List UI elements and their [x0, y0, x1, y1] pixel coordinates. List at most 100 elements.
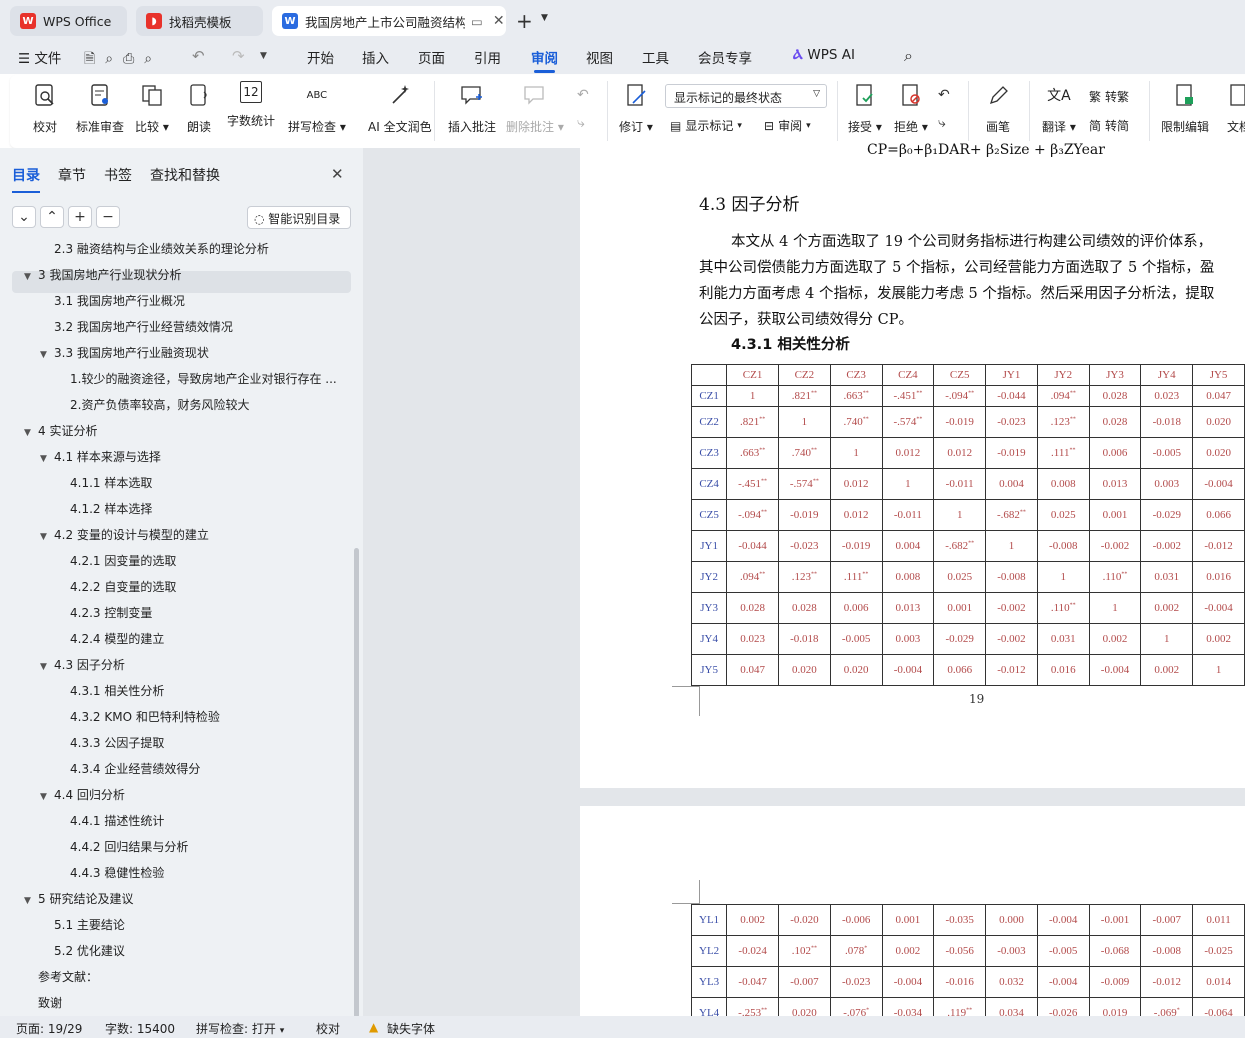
- toc-item[interactable]: 4.2.3 控制变量: [70, 603, 350, 623]
- expand-caret-icon[interactable]: ▼: [40, 787, 54, 805]
- search-icon[interactable]: ⌕: [904, 46, 913, 66]
- proofread-status[interactable]: 校对: [316, 1020, 340, 1037]
- toc-item[interactable]: 致谢: [38, 993, 350, 1013]
- translate-button[interactable]: 文A 翻译 ▾: [1042, 81, 1076, 135]
- spell-check-button[interactable]: ABC 拼写检查 ▾: [288, 81, 346, 135]
- toc-item[interactable]: 4.1.1 样本选取: [70, 473, 350, 493]
- tab-docer-templates[interactable]: ◗ 找稻壳模板: [136, 6, 263, 36]
- panel-scrollbar[interactable]: [354, 548, 359, 1018]
- toc-item[interactable]: 参考文献：: [38, 967, 350, 987]
- toc-item[interactable]: 4.3.3 公因子提取: [70, 733, 350, 753]
- toc-item[interactable]: 4.4.1 描述性统计: [70, 811, 350, 831]
- undo-icon[interactable]: ↶: [192, 47, 205, 65]
- add-heading-icon[interactable]: +: [68, 206, 92, 228]
- pen-button[interactable]: 画笔: [985, 81, 1011, 135]
- proofread-button[interactable]: 校对: [32, 81, 58, 135]
- close-tab-icon[interactable]: ✕: [493, 13, 505, 29]
- to-traditional-button[interactable]: 繁转繁: [1089, 88, 1129, 105]
- tab-dropdown-icon[interactable]: ▼: [541, 13, 548, 23]
- tab-chapters[interactable]: 章节: [58, 165, 86, 185]
- ai-polish-button[interactable]: AI 全文润色: [368, 81, 432, 135]
- expand-caret-icon[interactable]: ▼: [40, 527, 54, 545]
- expand-caret-icon[interactable]: ▼: [24, 891, 38, 909]
- standard-review-button[interactable]: 标准审查: [76, 81, 124, 135]
- toc-item[interactable]: 1.较少的融资途径，导致房地产企业对银行存在 ...: [70, 369, 350, 389]
- page-indicator[interactable]: 页面: 19/29: [16, 1020, 82, 1037]
- review-pane-button[interactable]: ⊟ 审阅 ▾: [764, 117, 811, 134]
- expand-caret-icon[interactable]: ▼: [24, 423, 38, 441]
- close-panel-icon[interactable]: ✕: [331, 165, 344, 183]
- next-comment-icon[interactable]: ⤷: [577, 115, 585, 131]
- toc-item[interactable]: 4.3.1 相关性分析: [70, 681, 350, 701]
- remove-heading-icon[interactable]: −: [96, 206, 120, 228]
- previous-change-icon[interactable]: ↶: [938, 87, 950, 103]
- monitor-icon[interactable]: ▭: [471, 14, 483, 29]
- toc-item[interactable]: ▼ 4.2 变量的设计与模型的建立: [40, 525, 350, 545]
- toc-item[interactable]: 4.2.4 模型的建立: [70, 629, 350, 649]
- toc-item[interactable]: 5.1 主要结论: [54, 915, 350, 935]
- collapse-icon[interactable]: ⌄: [12, 206, 36, 228]
- document-button[interactable]: 文档: [1226, 81, 1245, 135]
- spell-check-status[interactable]: 拼写检查: 打开 ▾: [196, 1020, 284, 1037]
- quick-access-icons[interactable]: 🗎⌕⎙⌕: [84, 48, 162, 72]
- toc-item[interactable]: 4.3.2 KMO 和巴特利特检验: [70, 707, 350, 727]
- compare-button[interactable]: 比较 ▾: [135, 81, 169, 135]
- previous-comment-icon[interactable]: ↶: [577, 87, 589, 103]
- expand-icon[interactable]: ⌃: [40, 206, 64, 228]
- word-count-status[interactable]: 字数: 15400: [105, 1020, 175, 1037]
- toc-item[interactable]: 4.1.2 样本选择: [70, 499, 350, 519]
- new-tab-icon[interactable]: +: [516, 9, 533, 33]
- menu-insert[interactable]: 插入: [362, 47, 389, 67]
- toc-item[interactable]: 5.2 优化建议: [54, 941, 350, 961]
- toc-item[interactable]: ▼ 3.3 我国房地产行业融资现状: [40, 343, 350, 363]
- tab-bookmarks[interactable]: 书签: [104, 165, 132, 185]
- expand-caret-icon[interactable]: ▼: [40, 345, 54, 363]
- toc-item[interactable]: 4.4.3 稳健性检验: [70, 863, 350, 883]
- menu-wps-ai[interactable]: Ⲁ WPS AI: [793, 47, 855, 67]
- toc-item[interactable]: ▼ 3 我国房地产行业现状分析: [24, 265, 350, 285]
- read-aloud-button[interactable]: 朗读: [186, 81, 212, 135]
- toc-item[interactable]: ▼ 4 实证分析: [24, 421, 350, 441]
- to-simplified-button[interactable]: 简转简: [1089, 117, 1129, 134]
- expand-caret-icon[interactable]: ▼: [40, 449, 54, 467]
- missing-font-status[interactable]: 缺失字体: [387, 1020, 435, 1037]
- smart-toc-button[interactable]: ◌ 智能识别目录: [247, 206, 351, 229]
- menu-home[interactable]: 开始: [307, 47, 334, 67]
- tab-find-replace[interactable]: 查找和替换: [150, 165, 220, 185]
- menu-view[interactable]: 视图: [586, 47, 613, 67]
- menu-member[interactable]: 会员专享: [698, 47, 752, 67]
- toc-item[interactable]: 3.2 我国房地产行业经营绩效情况: [54, 317, 350, 337]
- accept-button[interactable]: 接受 ▾: [848, 81, 882, 135]
- reject-button[interactable]: 拒绝 ▾: [894, 81, 928, 135]
- revise-button[interactable]: 修订 ▾: [619, 81, 653, 135]
- show-markup-button[interactable]: ▤ 显示标记 ▾: [670, 117, 742, 134]
- tab-wps-office[interactable]: W WPS Office: [10, 6, 127, 36]
- restrict-editing-button[interactable]: 限制编辑: [1161, 81, 1209, 135]
- more-dropdown-icon[interactable]: ▼: [260, 51, 267, 61]
- display-mode-dropdown[interactable]: 显示标记的最终状态 ▽: [665, 84, 827, 108]
- delete-comment-button[interactable]: 删除批注 ▾: [506, 81, 564, 135]
- menu-page[interactable]: 页面: [418, 47, 445, 67]
- toc-item[interactable]: 2.3 融资结构与企业绩效关系的理论分析: [54, 239, 350, 259]
- expand-caret-icon[interactable]: ▼: [40, 657, 54, 675]
- toc-item[interactable]: ▼ 4.1 样本来源与选择: [40, 447, 350, 467]
- tab-toc[interactable]: 目录: [12, 165, 40, 193]
- toc-item[interactable]: 2.资产负债率较高，财务风险较大: [70, 395, 350, 415]
- toc-item[interactable]: ▼ 5 研究结论及建议: [24, 889, 350, 909]
- toc-item[interactable]: 4.3.4 企业经营绩效得分: [70, 759, 350, 779]
- expand-caret-icon[interactable]: ▼: [24, 267, 38, 285]
- menu-tools[interactable]: 工具: [642, 47, 669, 67]
- toc-item[interactable]: 4.2.2 自变量的选取: [70, 577, 350, 597]
- tab-current-document[interactable]: W 我国房地产上市公司融资结构 ▭ ✕: [272, 6, 506, 36]
- file-menu[interactable]: ☰ 文件: [18, 47, 61, 67]
- next-change-icon[interactable]: ⤷: [938, 115, 946, 131]
- toc-item[interactable]: ▼ 4.4 回归分析: [40, 785, 350, 805]
- menu-review[interactable]: 审阅: [531, 47, 558, 73]
- toc-item[interactable]: 3.1 我国房地产行业概况: [54, 291, 350, 311]
- toc-item[interactable]: ▼ 4.3 因子分析: [40, 655, 350, 675]
- toc-item[interactable]: 4.4.2 回归结果与分析: [70, 837, 350, 857]
- toc-item[interactable]: 4.2.1 因变量的选取: [70, 551, 350, 571]
- word-count-button[interactable]: 12 字数统计: [227, 81, 275, 129]
- insert-comment-button[interactable]: 插入批注: [448, 81, 496, 135]
- redo-icon[interactable]: ↷: [232, 47, 245, 65]
